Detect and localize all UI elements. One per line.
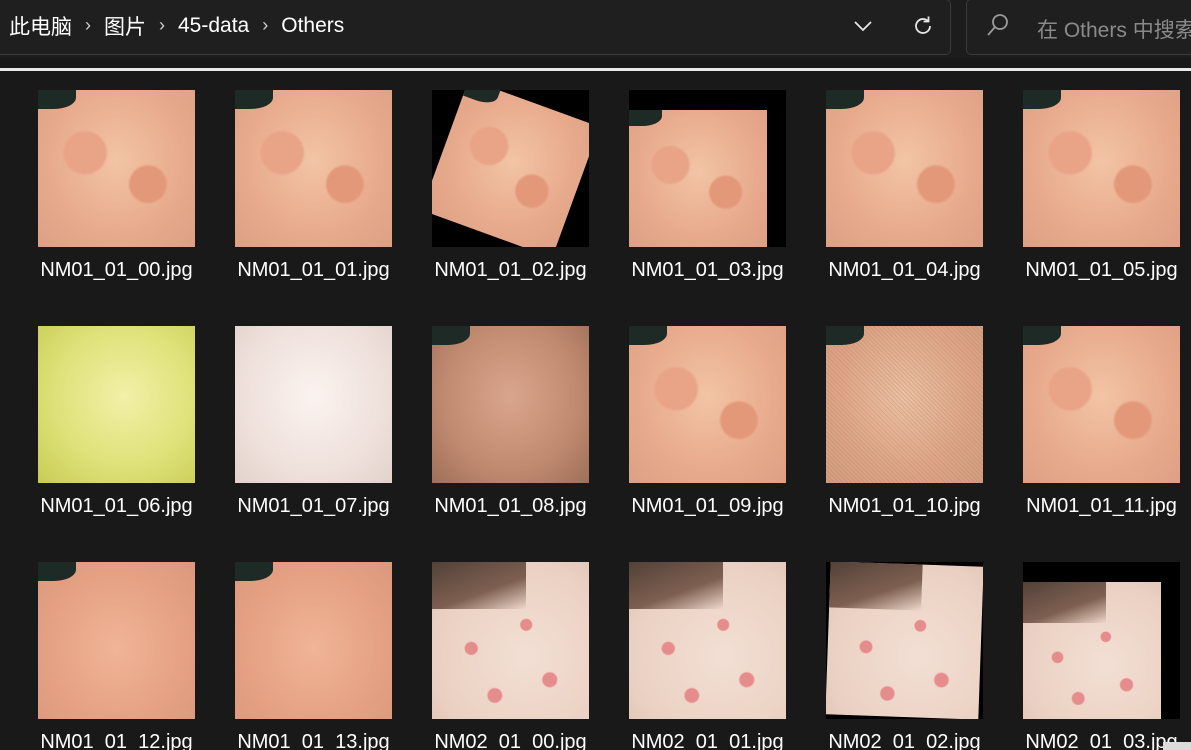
file-thumbnail bbox=[432, 562, 589, 719]
file-name: NM01_01_13.jpg bbox=[237, 731, 390, 750]
file-name: NM02_01_02.jpg bbox=[828, 731, 981, 750]
file-thumbnail bbox=[432, 90, 589, 247]
file-name: NM01_01_05.jpg bbox=[1025, 259, 1178, 281]
file-item[interactable]: NM02_01_03.jpg bbox=[1019, 543, 1191, 750]
file-item[interactable]: NM01_01_06.jpg bbox=[34, 307, 224, 535]
file-thumbnail bbox=[826, 562, 983, 719]
address-bar[interactable]: › 此电脑 › 图片 › 45-data › Others bbox=[0, 0, 951, 55]
breadcrumb: › 此电脑 › 图片 › 45-data › Others bbox=[0, 0, 344, 52]
scrollbar[interactable] bbox=[1163, 742, 1191, 750]
file-thumbnail bbox=[629, 326, 786, 483]
file-item[interactable]: NM02_01_01.jpg bbox=[625, 543, 815, 750]
file-item[interactable]: NM01_01_10.jpg bbox=[822, 307, 1012, 535]
file-item[interactable]: NM01_01_08.jpg bbox=[428, 307, 618, 535]
search-input[interactable]: 在 Others 中搜索 bbox=[1037, 14, 1191, 44]
file-thumbnail bbox=[432, 326, 589, 483]
file-thumbnail bbox=[629, 562, 786, 719]
chevron-right-icon[interactable]: › bbox=[85, 15, 91, 36]
chevron-right-icon[interactable]: › bbox=[262, 15, 268, 36]
file-item[interactable]: NM02_01_00.jpg bbox=[428, 543, 618, 750]
file-name: NM01_01_01.jpg bbox=[237, 259, 390, 281]
file-name: NM01_01_04.jpg bbox=[828, 259, 981, 281]
chevron-down-icon bbox=[854, 21, 872, 32]
breadcrumb-pictures[interactable]: 图片 bbox=[104, 11, 146, 41]
breadcrumb-others[interactable]: Others bbox=[281, 14, 344, 38]
search-box[interactable]: 在 Others 中搜索 bbox=[966, 0, 1191, 55]
file-item[interactable]: NM01_01_11.jpg bbox=[1019, 307, 1191, 535]
file-name: NM01_01_00.jpg bbox=[40, 259, 193, 281]
file-name: NM02_01_00.jpg bbox=[434, 731, 587, 750]
breadcrumb-45-data[interactable]: 45-data bbox=[178, 14, 249, 38]
file-item[interactable]: NM01_01_03.jpg bbox=[625, 71, 815, 299]
file-name: NM01_01_07.jpg bbox=[237, 495, 390, 517]
history-dropdown-button[interactable] bbox=[843, 6, 883, 46]
file-name: NM01_01_10.jpg bbox=[828, 495, 981, 517]
file-item[interactable]: NM01_01_13.jpg bbox=[231, 543, 421, 750]
file-name: NM01_01_02.jpg bbox=[434, 259, 587, 281]
file-grid: NM01_01_00.jpg NM01_01_01.jpg NM01_01_02.j… bbox=[0, 71, 1191, 750]
file-thumbnail bbox=[38, 90, 195, 247]
file-thumbnail bbox=[629, 90, 786, 247]
file-thumbnail bbox=[235, 562, 392, 719]
file-thumbnail bbox=[235, 326, 392, 483]
refresh-button[interactable] bbox=[903, 6, 943, 46]
file-name: NM01_01_11.jpg bbox=[1026, 495, 1177, 517]
file-item[interactable]: NM01_01_02.jpg bbox=[428, 71, 618, 299]
file-thumbnail bbox=[38, 326, 195, 483]
file-item[interactable]: NM01_01_05.jpg bbox=[1019, 71, 1191, 299]
refresh-icon bbox=[915, 16, 931, 34]
file-item[interactable]: NM01_01_09.jpg bbox=[625, 307, 815, 535]
file-item[interactable]: NM01_01_04.jpg bbox=[822, 71, 1012, 299]
file-item[interactable]: NM01_01_07.jpg bbox=[231, 307, 421, 535]
file-name: NM02_01_03.jpg bbox=[1025, 731, 1178, 750]
file-item[interactable]: NM01_01_01.jpg bbox=[231, 71, 421, 299]
chevron-right-icon[interactable]: › bbox=[159, 15, 165, 36]
file-thumbnail bbox=[38, 562, 195, 719]
file-name: NM01_01_03.jpg bbox=[631, 259, 784, 281]
file-item[interactable]: NM01_01_12.jpg bbox=[34, 543, 224, 750]
search-icon bbox=[987, 14, 1008, 36]
file-name: NM01_01_08.jpg bbox=[434, 495, 587, 517]
file-thumbnail bbox=[826, 326, 983, 483]
file-thumbnail bbox=[1023, 562, 1180, 719]
file-name: NM01_01_06.jpg bbox=[40, 495, 193, 517]
breadcrumb-this-pc[interactable]: 此电脑 bbox=[9, 11, 72, 41]
file-thumbnail bbox=[1023, 90, 1180, 247]
file-name: NM02_01_01.jpg bbox=[631, 731, 784, 750]
address-toolbar: › 此电脑 › 图片 › 45-data › Others 在 Others 中… bbox=[0, 0, 1191, 58]
file-thumbnail bbox=[1023, 326, 1180, 483]
file-thumbnail bbox=[235, 90, 392, 247]
file-item[interactable]: NM01_01_00.jpg bbox=[34, 71, 224, 299]
file-item[interactable]: NM02_01_02.jpg bbox=[822, 543, 1012, 750]
file-name: NM01_01_12.jpg bbox=[40, 731, 193, 750]
file-thumbnail bbox=[826, 90, 983, 247]
file-name: NM01_01_09.jpg bbox=[631, 495, 784, 517]
